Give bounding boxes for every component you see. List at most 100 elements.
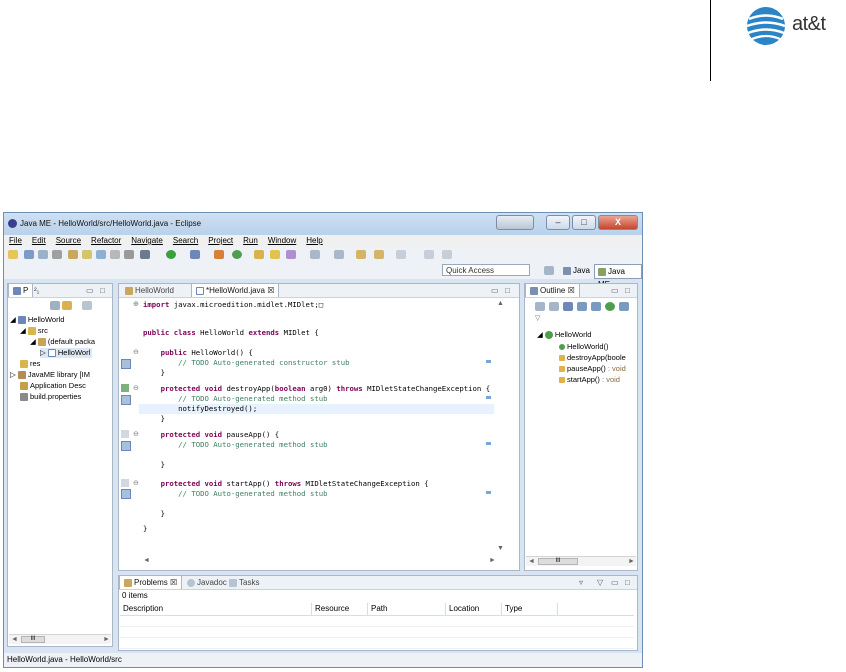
- open-perspective-icon[interactable]: [544, 266, 554, 275]
- task-marker-icon[interactable]: [121, 359, 131, 369]
- maximize-view-icon[interactable]: □: [625, 578, 630, 587]
- scroll-left-icon[interactable]: ◄: [143, 556, 150, 565]
- hide-local-types-icon[interactable]: [619, 302, 629, 311]
- code-line[interactable]: // TODO Auto-generated constructor stub: [143, 358, 349, 368]
- save-icon[interactable]: [24, 250, 34, 259]
- run-icon[interactable]: [166, 250, 176, 259]
- view-menu-icon[interactable]: [82, 301, 92, 310]
- code-line[interactable]: // TODO Auto-generated method stub: [143, 440, 327, 450]
- overview-ruler-mark[interactable]: [486, 491, 491, 494]
- menu-source[interactable]: Source: [51, 235, 86, 247]
- menu-file[interactable]: File: [4, 235, 27, 247]
- code-line[interactable]: }: [143, 368, 165, 378]
- new-class-icon[interactable]: [232, 250, 242, 259]
- menu-project[interactable]: Project: [203, 235, 238, 247]
- print-icon[interactable]: [52, 250, 62, 259]
- code-line[interactable]: import javax.microedition.midlet.MIDlet;…: [143, 300, 323, 310]
- outline-toolbar-icon[interactable]: [549, 302, 559, 311]
- quick-access-input[interactable]: Quick Access: [442, 264, 530, 276]
- code-line[interactable]: // TODO Auto-generated method stub: [143, 489, 327, 499]
- task-marker-icon[interactable]: [121, 395, 131, 405]
- outline-class[interactable]: ◢ HelloWorld: [537, 330, 591, 340]
- open-folder-icon[interactable]: [270, 250, 280, 259]
- tree-application-descriptor[interactable]: Application Desc: [20, 381, 86, 391]
- minimize-view-icon[interactable]: ▭: [611, 286, 619, 295]
- overview-ruler-mark[interactable]: [486, 442, 491, 445]
- col-path[interactable]: Path: [368, 603, 446, 615]
- outline-method-destroyapp[interactable]: destroyApp(boole: [559, 353, 626, 363]
- col-type[interactable]: Type: [502, 603, 558, 615]
- code-line[interactable]: protected void destroyApp(boolean arg0) …: [143, 384, 491, 394]
- forward-icon[interactable]: [374, 250, 384, 259]
- toolbar-icon[interactable]: [424, 250, 434, 259]
- scroll-thumb[interactable]: III: [21, 636, 45, 643]
- code-line[interactable]: }: [143, 509, 165, 519]
- toolbar-icon[interactable]: [442, 250, 452, 259]
- close-tab-icon[interactable]: ☒: [568, 286, 575, 295]
- task-marker-icon[interactable]: [121, 489, 131, 499]
- menu-help[interactable]: Help: [301, 235, 327, 247]
- scroll-left-icon[interactable]: ◄: [11, 635, 18, 644]
- menu-window[interactable]: Window: [263, 235, 301, 247]
- col-resource[interactable]: Resource: [312, 603, 368, 615]
- override-marker-icon[interactable]: [121, 384, 129, 392]
- link-editor-icon[interactable]: [62, 301, 72, 310]
- toolbar-icon[interactable]: [124, 250, 134, 259]
- menu-refactor[interactable]: Refactor: [86, 235, 126, 247]
- scroll-left-icon[interactable]: ◄: [528, 557, 535, 566]
- tab-helloworld[interactable]: HelloWorld: [121, 284, 178, 297]
- filter-icon[interactable]: ▿: [579, 578, 583, 587]
- sort-icon[interactable]: [563, 302, 573, 311]
- toolbar-icon[interactable]: [68, 250, 78, 259]
- scroll-down-icon[interactable]: ▼: [497, 544, 504, 553]
- hide-nonpublic-icon[interactable]: [605, 302, 615, 311]
- outline-hscrollbar[interactable]: ◄ III ►: [526, 556, 636, 566]
- menu-search[interactable]: Search: [168, 235, 203, 247]
- scroll-up-icon[interactable]: ▲: [497, 299, 504, 308]
- menu-run[interactable]: Run: [238, 235, 263, 247]
- maximize-view-icon[interactable]: □: [625, 286, 630, 295]
- tab-javadoc[interactable]: Javadoc: [183, 576, 231, 589]
- new-icon[interactable]: [8, 250, 18, 259]
- toolbar-icon[interactable]: [334, 250, 344, 259]
- close-tab-icon[interactable]: ☒: [267, 286, 274, 295]
- code-line[interactable]: }: [143, 524, 147, 534]
- fold-icon[interactable]: ⊖: [133, 430, 139, 438]
- collapse-all-icon[interactable]: [50, 301, 60, 310]
- code-line[interactable]: public class HelloWorld extends MIDlet {: [143, 328, 319, 338]
- perspective-java[interactable]: Java: [560, 264, 593, 277]
- tree-default-package[interactable]: ◢ (default packa: [30, 337, 95, 347]
- tree-src[interactable]: ◢ src: [20, 326, 48, 336]
- fold-icon[interactable]: ⊖: [133, 479, 139, 487]
- minimize-view-icon[interactable]: ▭: [86, 286, 94, 295]
- outline-toolbar-icon[interactable]: [535, 302, 545, 311]
- override-marker-icon[interactable]: [121, 479, 129, 487]
- tree-build-properties[interactable]: build.properties: [20, 392, 81, 402]
- override-marker-icon[interactable]: [121, 430, 129, 438]
- task-marker-icon[interactable]: [121, 441, 131, 451]
- code-line[interactable]: notifyDestroyed();: [143, 404, 257, 414]
- view-menu-icon[interactable]: ▽: [535, 314, 540, 323]
- editor-hscrollbar[interactable]: ◄ ►: [139, 556, 499, 566]
- toolbar-icon[interactable]: [286, 250, 296, 259]
- tab-hierarchy[interactable]: ²₁: [30, 284, 43, 297]
- outline-constructor[interactable]: HelloWorld(): [559, 342, 609, 352]
- outline-method-startapp[interactable]: startApp() : void: [559, 375, 620, 385]
- code-line[interactable]: }: [143, 460, 165, 470]
- toolbar-icon[interactable]: [96, 250, 106, 259]
- tab-problems[interactable]: Problems ☒: [119, 575, 183, 589]
- hide-fields-icon[interactable]: [577, 302, 587, 311]
- open-type-icon[interactable]: [254, 250, 264, 259]
- tab-helloworld-java[interactable]: *HelloWorld.java ☒: [191, 283, 280, 297]
- close-tab-icon[interactable]: ☒: [170, 578, 177, 587]
- back-icon[interactable]: [356, 250, 366, 259]
- scroll-thumb[interactable]: III: [538, 558, 578, 565]
- hide-static-icon[interactable]: [591, 302, 601, 311]
- tree-project[interactable]: ◢ HelloWorld: [10, 315, 64, 325]
- maximize-button[interactable]: □: [572, 215, 596, 230]
- view-menu-icon[interactable]: ▽: [597, 578, 603, 587]
- tree-helloworld-java[interactable]: ▷ HelloWorl: [40, 348, 93, 358]
- toolbar-icon[interactable]: [396, 250, 406, 259]
- code-line[interactable]: protected void pauseApp() {: [143, 430, 280, 440]
- explorer-hscrollbar[interactable]: ◄ III ►: [9, 634, 111, 644]
